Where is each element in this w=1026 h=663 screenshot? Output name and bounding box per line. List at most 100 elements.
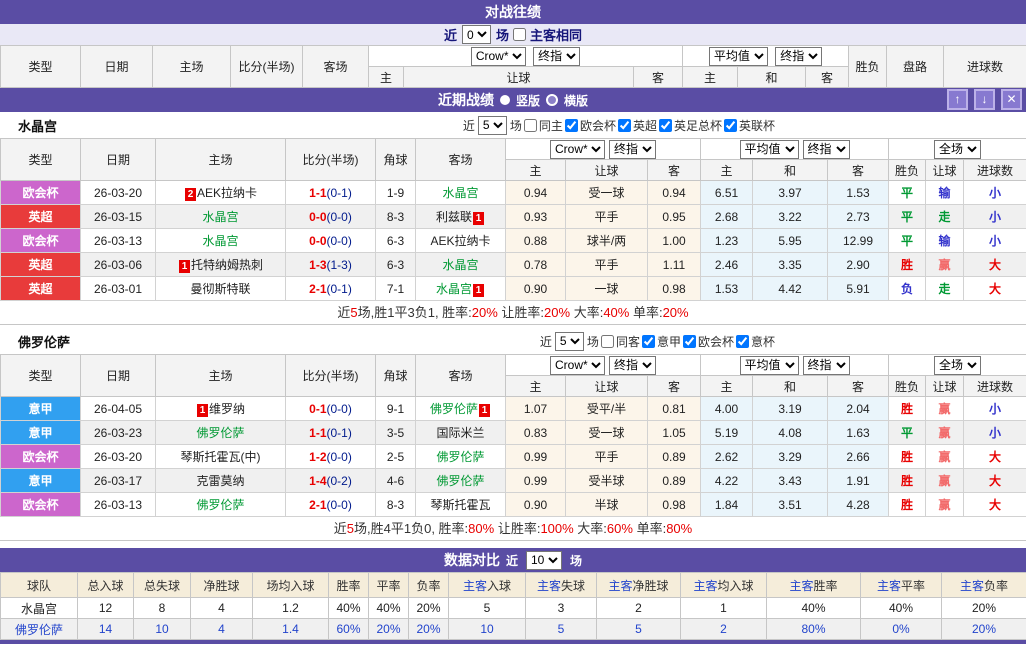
h2h-near-count-select[interactable]: 0 [462, 25, 491, 44]
result-outcome: 平 [889, 205, 926, 229]
close-button[interactable]: ✕ [1001, 89, 1022, 110]
opponent-team-name: 国际米兰 [436, 426, 484, 440]
same-venue-checkbox[interactable] [601, 335, 614, 348]
recent-count-select[interactable]: 5 [555, 332, 584, 351]
odds-away: 1.11 [648, 253, 701, 277]
comp-stat-cell: 20% [409, 619, 449, 640]
match-date: 26-03-15 [81, 205, 156, 229]
bookmaker-group-header: Crow*终指 [506, 139, 701, 160]
halftime-score: (0-1) [327, 186, 352, 200]
league-filter-checkbox[interactable] [659, 119, 672, 132]
focus-team-name: 佛罗伦萨 [196, 426, 244, 440]
handicap: 半球 [566, 493, 648, 517]
league-filter-checkbox[interactable] [565, 119, 578, 132]
match-row: 英超26-03-01曼彻斯特联2-1(0-1)7-1水晶宫10.90一球0.98… [1, 277, 1026, 301]
comp-stat-cell: 20% [369, 619, 409, 640]
match-row: 英超26-03-15水晶宫0-0(0-0)8-3利兹联10.93平手0.952.… [1, 205, 1026, 229]
column-header: 日期 [81, 139, 156, 181]
avg-draw: 3.22 [753, 205, 828, 229]
scope-select[interactable]: 全场 [934, 140, 981, 159]
league-badge: 英超 [1, 205, 81, 229]
move-down-button[interactable]: ↓ [974, 89, 995, 110]
matches-label: 场 [510, 117, 522, 134]
average-odds-select[interactable]: 平均值 [709, 47, 768, 66]
home-team: 克雷莫纳 [156, 469, 286, 493]
result-outcome: 胜 [889, 493, 926, 517]
league-filter-checkbox[interactable] [683, 335, 696, 348]
average-odds-select[interactable]: 平均值 [740, 356, 799, 375]
average-odds-select[interactable]: 平均值 [740, 140, 799, 159]
league-filter-checkbox[interactable] [642, 335, 655, 348]
comp-stat-cell: 1.2 [253, 598, 329, 619]
fulltime-score: 2-1 [309, 282, 326, 296]
move-up-button[interactable]: ↑ [947, 89, 968, 110]
corner-count: 6-3 [376, 229, 416, 253]
bookmaker-select[interactable]: Crow* [550, 140, 605, 159]
scope-select[interactable]: 全场 [934, 356, 981, 375]
same-venue-checkbox[interactable] [524, 119, 537, 132]
match-row: 意甲26-04-051维罗纳0-1(0-0)9-1佛罗伦萨11.07受平/半0.… [1, 397, 1026, 421]
horizontal-layout-radio[interactable] [546, 94, 558, 106]
near-label: 近 [540, 333, 552, 350]
result-outcome: 胜 [889, 469, 926, 493]
comparison-matches-label: 场 [570, 552, 582, 569]
team-filter-row: 水晶宫近5场同主欧会杯英超英足总杯英联杯 [0, 112, 1026, 138]
bookmaker-select[interactable]: Crow* [550, 356, 605, 375]
odds-home: 0.90 [506, 493, 566, 517]
filter-controls: 近5场同客意甲欧会杯意杯 [539, 332, 776, 351]
league-filter-checkbox[interactable] [736, 335, 749, 348]
red-card-badge: 2 [185, 188, 196, 201]
comp-column-header: 主客平率 [861, 573, 942, 598]
column-subheader: 客 [828, 376, 889, 397]
home-team: 水晶宫 [156, 229, 286, 253]
match-row: 欧会杯26-03-13水晶宫0-0(0-0)6-3AEK拉纳卡0.88球半/两1… [1, 229, 1026, 253]
comp-stat-cell: 8 [134, 598, 191, 619]
odds-home: 0.88 [506, 229, 566, 253]
comparison-near-count-select[interactable]: 10 [526, 551, 562, 570]
odds-away: 0.95 [648, 205, 701, 229]
fulltime-score: 0-0 [309, 210, 326, 224]
same-home-away-checkbox[interactable] [513, 28, 526, 41]
final-odds-select[interactable]: 终指 [609, 356, 656, 375]
avg-away: 1.53 [828, 181, 889, 205]
final-odds-select[interactable]: 终指 [533, 47, 580, 66]
league-filter-checkbox[interactable] [724, 119, 737, 132]
bookmaker-select[interactable]: Crow* [471, 47, 526, 66]
opponent-team-name: 利兹联 [436, 210, 472, 224]
handicap: 受平/半 [566, 397, 648, 421]
league-filter-label: 意甲 [657, 333, 681, 350]
avg-home: 2.62 [701, 445, 753, 469]
recent-count-select[interactable]: 5 [478, 116, 507, 135]
comp-stat-cell: 10 [134, 619, 191, 640]
league-filter-checkbox[interactable] [618, 119, 631, 132]
final-average-select[interactable]: 终指 [803, 356, 850, 375]
h2h-title-bar: 对战往绩 [0, 0, 1026, 24]
comp-column-header: 主客均入球 [681, 573, 767, 598]
league-badge: 意甲 [1, 421, 81, 445]
home-team: 2AEK拉纳卡 [156, 181, 286, 205]
comp-stat-cell: 80% [767, 619, 861, 640]
avg-home: 1.23 [701, 229, 753, 253]
final-average-select[interactable]: 终指 [803, 140, 850, 159]
odds-home: 1.07 [506, 397, 566, 421]
comp-stat-cell: 40% [861, 598, 942, 619]
league-badge: 欧会杯 [1, 181, 81, 205]
avg-home: 2.46 [701, 253, 753, 277]
match-date: 26-03-20 [81, 445, 156, 469]
match-row: 欧会杯26-03-13佛罗伦萨2-1(0-0)8-3琴斯托霍瓦0.90半球0.9… [1, 493, 1026, 517]
column-subheader: 让球 [926, 160, 964, 181]
handicap: 平手 [566, 445, 648, 469]
final-average-select[interactable]: 终指 [775, 47, 822, 66]
recent-results-sections: 水晶宫近5场同主欧会杯英超英足总杯英联杯类型日期主场比分(半场)角球客场Crow… [0, 112, 1026, 541]
final-odds-select[interactable]: 终指 [609, 140, 656, 159]
column-subheader: 客 [828, 160, 889, 181]
corner-count: 3-5 [376, 421, 416, 445]
halftime-score: (0-0) [327, 402, 352, 416]
comp-team-cell: 水晶宫 [1, 598, 78, 619]
comp-stat-cell: 4 [191, 619, 253, 640]
column-subheader: 客 [648, 160, 701, 181]
halftime-score: (0-1) [327, 426, 352, 440]
vertical-layout-radio[interactable] [500, 95, 510, 105]
comp-stat-cell: 2 [597, 598, 681, 619]
avg-draw: 4.42 [753, 277, 828, 301]
